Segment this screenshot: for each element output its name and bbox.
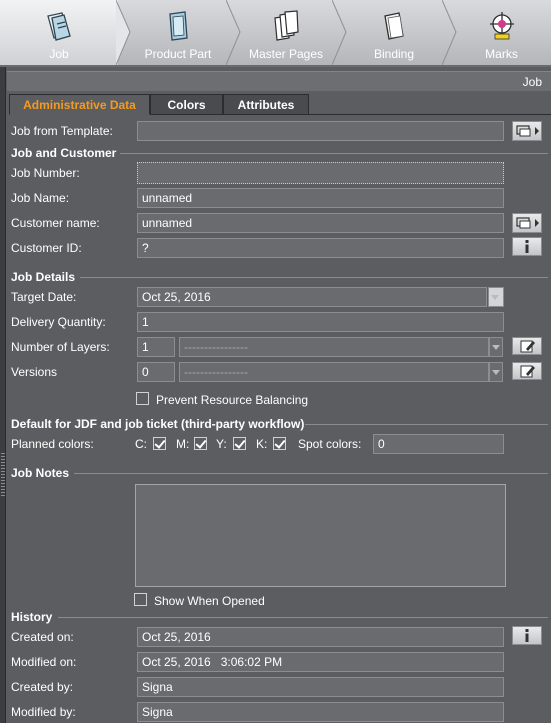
tab-label: Colors <box>167 98 206 112</box>
section-divider <box>80 277 548 278</box>
versions-label: Versions <box>11 365 58 379</box>
section-title-job-notes: Job Notes <box>11 466 70 480</box>
color-m-label: M: <box>176 437 190 451</box>
workflow-step-master-pages[interactable]: Master Pages <box>234 0 338 65</box>
prevent-resource-balancing-checkbox[interactable] <box>136 392 149 405</box>
customer-id-label: Customer ID: <box>11 241 82 255</box>
show-when-opened-label: Show When Opened <box>154 594 265 608</box>
panel-title-bar: Job <box>7 71 551 91</box>
modified-on-field: Oct 25, 2016 3:06:02 PM <box>137 652 504 672</box>
workflow-ribbon: Job Product Part Master Pages Binding Ma… <box>0 0 551 67</box>
edit-icon <box>520 365 535 378</box>
workflow-step-marks[interactable]: Marks <box>452 0 551 65</box>
customer-info-button[interactable] <box>512 237 542 256</box>
spot-colors-label: Spot colors: <box>298 437 362 451</box>
job-name-label: Job Name: <box>11 191 70 205</box>
section-divider <box>58 617 548 618</box>
color-y-label: Y: <box>216 437 227 451</box>
workflow-step-label: Master Pages <box>248 47 324 61</box>
tab-attributes[interactable]: Attributes <box>223 94 309 115</box>
versions-combo[interactable]: ---------------- <box>179 362 489 382</box>
versions-combo-arrow[interactable] <box>489 362 503 382</box>
marks-icon <box>489 12 514 40</box>
section-title-job-details: Job Details <box>11 270 76 284</box>
color-m-checkbox[interactable] <box>194 437 207 450</box>
workflow-step-label: Marks <box>485 47 518 61</box>
customer-name-label: Customer name: <box>11 216 100 230</box>
created-by-field: Signa <box>137 677 504 697</box>
product-part-icon <box>169 11 188 41</box>
browse-customer-button[interactable] <box>512 213 542 233</box>
show-when-opened-checkbox[interactable] <box>134 593 147 606</box>
delivery-quantity-label: Delivery Quantity: <box>11 315 106 329</box>
browse-template-button[interactable] <box>512 121 542 141</box>
job-icon <box>47 12 71 41</box>
edit-versions-button[interactable] <box>512 362 542 380</box>
target-date-field[interactable]: Oct 25, 2016 <box>137 287 487 307</box>
workflow-step-binding[interactable]: Binding <box>340 0 448 65</box>
created-by-label: Created by: <box>11 680 74 694</box>
browse-icon <box>516 125 539 137</box>
prevent-resource-balancing-label: Prevent Resource Balancing <box>156 393 309 407</box>
workflow-step-job[interactable]: Job <box>0 0 118 65</box>
tab-colors[interactable]: Colors <box>150 94 223 115</box>
edit-icon <box>520 340 535 353</box>
number-of-layers-label: Number of Layers: <box>11 340 110 354</box>
workflow-step-label: Product Part <box>144 47 212 61</box>
section-divider <box>74 473 548 474</box>
customer-id-field[interactable]: ? <box>137 238 504 258</box>
modified-by-label: Modified by: <box>11 705 76 719</box>
section-title-jdf-defaults: Default for JDF and job ticket (third-pa… <box>11 417 305 431</box>
history-info-button[interactable] <box>512 626 542 645</box>
customer-name-field[interactable]: unnamed <box>137 213 504 233</box>
section-divider <box>305 424 548 425</box>
job-from-template-field[interactable] <box>137 121 504 141</box>
info-icon <box>525 240 529 253</box>
spot-colors-field[interactable]: 0 <box>373 434 504 454</box>
layers-combo-arrow[interactable] <box>489 337 503 357</box>
created-on-field: Oct 25, 2016 <box>137 627 504 647</box>
job-number-field[interactable] <box>137 162 504 184</box>
binding-icon <box>384 12 404 40</box>
section-title-history: History <box>11 610 53 624</box>
section-title-job-and-customer: Job and Customer <box>11 146 117 160</box>
splitter-grip[interactable] <box>1 453 5 497</box>
tab-divider <box>309 114 551 115</box>
versions-field[interactable]: 0 <box>137 362 175 382</box>
master-pages-icon <box>274 10 299 41</box>
workflow-step-label: Job <box>49 47 69 61</box>
workflow-step-label: Binding <box>373 47 415 61</box>
color-y-checkbox[interactable] <box>233 437 246 450</box>
tab-label: Administrative Data <box>23 98 136 112</box>
workflow-step-product-part[interactable]: Product Part <box>124 0 232 65</box>
planned-colors-label: Planned colors: <box>11 437 94 451</box>
section-divider <box>120 153 548 154</box>
browse-icon <box>516 217 539 229</box>
date-picker-button[interactable] <box>488 287 504 307</box>
color-c-checkbox[interactable] <box>153 437 166 450</box>
created-on-label: Created on: <box>11 630 74 644</box>
edit-layers-button[interactable] <box>512 337 542 355</box>
job-from-template-label: Job from Template: <box>11 124 113 138</box>
color-c-label: C: <box>135 437 147 451</box>
delivery-quantity-field[interactable]: 1 <box>137 312 504 332</box>
color-k-checkbox[interactable] <box>273 437 286 450</box>
modified-on-label: Modified on: <box>11 655 77 669</box>
color-k-label: K: <box>256 437 268 451</box>
job-name-field[interactable]: unnamed <box>137 188 504 208</box>
tab-label: Attributes <box>237 98 295 112</box>
tab-administrative-data[interactable]: Administrative Data <box>9 94 150 115</box>
modified-by-field: Signa <box>137 702 504 722</box>
job-number-label: Job Number: <box>11 166 80 180</box>
panel-splitter[interactable] <box>0 67 6 723</box>
number-of-layers-field[interactable]: 1 <box>137 337 175 357</box>
target-date-label: Target Date: <box>11 290 77 304</box>
job-notes-textarea[interactable] <box>135 484 506 587</box>
panel-title: Job <box>522 75 542 89</box>
info-icon <box>525 629 529 642</box>
layers-combo[interactable]: ---------------- <box>179 337 489 357</box>
